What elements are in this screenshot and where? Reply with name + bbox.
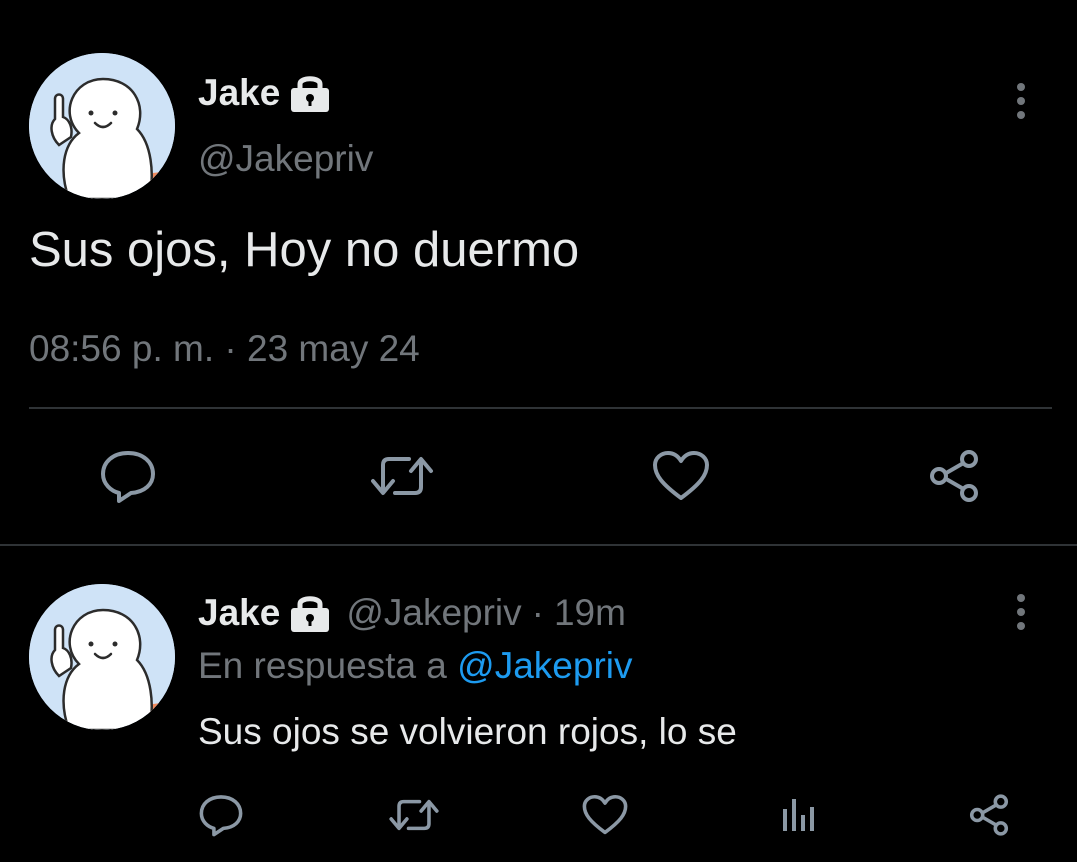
heart-icon — [653, 451, 709, 500]
share-icon — [930, 450, 978, 502]
reply-icon — [199, 795, 243, 837]
avatar-illustration — [29, 584, 175, 730]
author-handle[interactable]: @Jakepriv — [346, 592, 521, 634]
like-button[interactable] — [580, 790, 630, 840]
retweet-icon — [371, 457, 433, 495]
share-icon — [969, 794, 1009, 836]
retweet-icon — [389, 799, 439, 831]
avatar-illustration — [29, 53, 175, 199]
display-name[interactable]: Jake — [198, 72, 280, 114]
tweet-text: Sus ojos se volvieron rojos, lo se — [198, 711, 737, 752]
divider — [29, 407, 1052, 409]
retweet-button[interactable] — [369, 445, 435, 507]
views-button[interactable] — [773, 790, 823, 840]
separator-dot: · — [531, 592, 544, 633]
share-button[interactable] — [923, 445, 985, 507]
avatar[interactable] — [29, 53, 175, 199]
retweet-button[interactable] — [387, 790, 441, 840]
heart-icon — [582, 794, 628, 835]
reply-button[interactable] — [196, 790, 246, 840]
tweet-timestamp[interactable]: 08:56 p. m. · 23 may 24 — [29, 328, 420, 370]
share-button[interactable] — [964, 790, 1014, 840]
author-name[interactable]: Jake — [198, 72, 332, 114]
reply-button[interactable] — [97, 445, 159, 507]
replying-to-label: En respuesta a — [198, 645, 447, 686]
reply-header: Jake @Jakepriv · 19m — [198, 592, 626, 634]
tweet-text: Sus ojos, Hoy no duermo — [29, 223, 580, 277]
like-button[interactable] — [650, 445, 712, 507]
replying-to: En respuesta a @Jakepriv — [198, 645, 633, 687]
lock-icon — [288, 593, 332, 633]
avatar[interactable] — [29, 584, 175, 730]
reply-icon — [101, 451, 155, 503]
replying-to-mention-link[interactable]: @Jakepriv — [457, 645, 632, 686]
views-chart-icon — [783, 799, 814, 831]
more-vertical-icon[interactable] — [1005, 593, 1037, 631]
author-handle[interactable]: @Jakepriv — [198, 138, 373, 180]
tweet-time-ago[interactable]: 19m — [554, 592, 626, 634]
lock-icon — [288, 73, 332, 113]
display-name[interactable]: Jake — [198, 592, 280, 634]
divider — [0, 544, 1077, 546]
more-vertical-icon[interactable] — [1005, 82, 1037, 120]
